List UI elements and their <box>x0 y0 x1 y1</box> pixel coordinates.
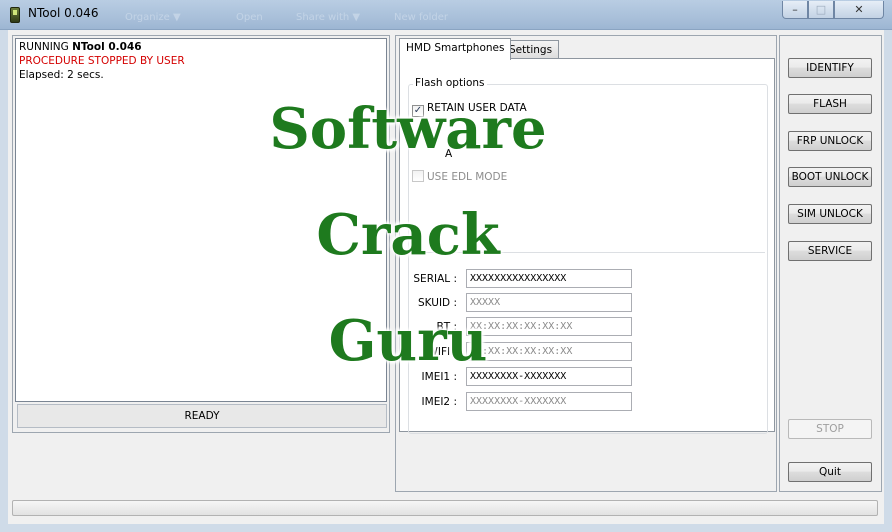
maximize-button[interactable]: □ <box>808 1 834 19</box>
identify-button[interactable]: IDENTIFY <box>788 58 872 78</box>
log-line-stopped: PROCEDURE STOPPED BY USER <box>19 55 185 67</box>
serial-field[interactable] <box>466 269 632 288</box>
log-line-running: RUNNING NTool 0.046 <box>19 41 142 53</box>
ghost-menu-share: Share with ▼ <box>296 12 361 23</box>
log-output[interactable]: RUNNING NTool 0.046 PROCEDURE STOPPED BY… <box>15 38 387 402</box>
serial-label: SERIAL : <box>413 273 457 285</box>
ghost-menu-open: Open <box>236 12 263 23</box>
bt-label: BT : <box>436 321 458 333</box>
imei2-label: IMEI2 : <box>421 396 457 408</box>
status-label: READY <box>17 404 387 428</box>
imei1-label: IMEI1 : <box>421 371 457 383</box>
imei1-field[interactable] <box>466 367 632 386</box>
tab-hmd-smartphones[interactable]: HMD Smartphones <box>399 38 512 60</box>
ghost-menu-organize: Organize ▼ <box>125 12 181 23</box>
sim-unlock-button[interactable]: SIM UNLOCK <box>788 204 872 224</box>
hidden-option-label: A <box>445 148 453 160</box>
close-button[interactable]: ✕ <box>834 1 884 19</box>
boot-unlock-button[interactable]: BOOT UNLOCK <box>788 167 872 187</box>
wifi-field[interactable] <box>466 342 632 361</box>
progress-bar <box>12 500 878 516</box>
minimize-button[interactable]: – <box>782 1 808 19</box>
imei2-field[interactable] <box>466 392 632 411</box>
log-panel: RUNNING NTool 0.046 PROCEDURE STOPPED BY… <box>12 35 390 433</box>
quit-button[interactable]: Quit <box>788 462 872 482</box>
skuid-label: SKUID : <box>417 297 457 309</box>
use-edl-mode-checkbox <box>412 170 424 182</box>
retain-user-data-checkbox[interactable]: ✓ <box>412 105 424 117</box>
flash-options-group: Flash options ✓ RETAIN USER DATA A USE ED… <box>408 77 768 434</box>
window-title: NTool 0.046 <box>28 6 99 20</box>
tab-panel: HMD Smartphones Settings Flash options ✓… <box>395 35 777 492</box>
app-icon <box>10 7 20 23</box>
flash-options-label: Flash options <box>413 77 487 89</box>
title-bar: NTool 0.046 Organize ▼ Open Share with ▼… <box>0 0 892 30</box>
ghost-menu-new-folder: New folder <box>394 12 449 23</box>
tab-page-hmd: Flash options ✓ RETAIN USER DATA A USE ED… <box>399 58 775 434</box>
window-client-area: RUNNING NTool 0.046 PROCEDURE STOPPED BY… <box>8 30 884 524</box>
bt-field[interactable] <box>466 317 632 336</box>
log-line-elapsed: Elapsed: 2 secs. <box>19 69 104 81</box>
skuid-field[interactable] <box>466 293 632 312</box>
log-tool-name: NTool 0.046 <box>72 41 142 53</box>
flash-button[interactable]: FLASH <box>788 94 872 114</box>
service-button[interactable]: SERVICE <box>788 241 872 261</box>
retain-user-data-option[interactable]: ✓ RETAIN USER DATA <box>412 102 527 117</box>
action-buttons-panel: IDENTIFY FLASH FRP UNLOCK BOOT UNLOCK SI… <box>779 35 882 492</box>
frp-unlock-button[interactable]: FRP UNLOCK <box>788 131 872 151</box>
group-divider <box>411 252 765 253</box>
wifi-label: WIFI : <box>427 346 458 358</box>
stop-button: STOP <box>788 419 872 439</box>
use-edl-mode-option: USE EDL MODE <box>412 170 507 184</box>
